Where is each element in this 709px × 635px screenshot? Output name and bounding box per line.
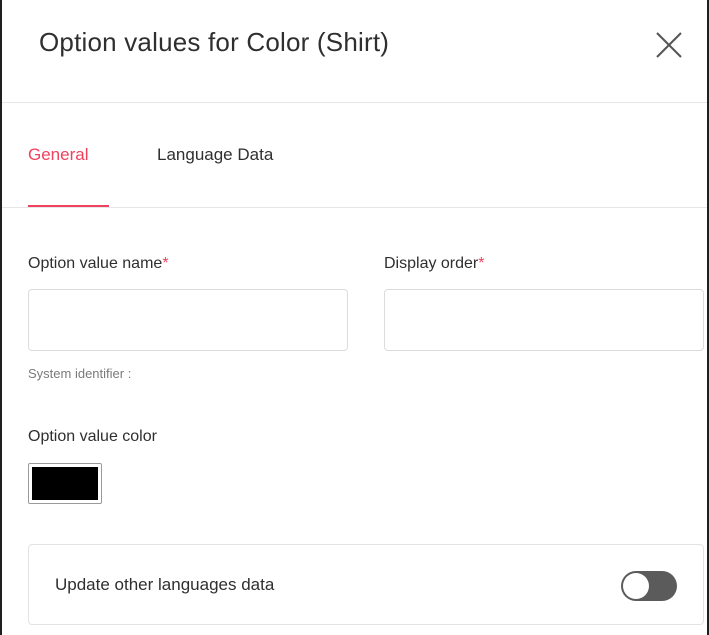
color-swatch-fill [32,467,98,500]
option-values-modal: Option values for Color (Shirt) General … [0,0,709,635]
system-identifier-text: System identifier : [28,366,132,381]
modal-title: Option values for Color (Shirt) [39,27,390,57]
tab-bar: General Language Data [2,103,707,208]
display-order-input[interactable] [384,289,704,351]
toggle-knob [623,573,649,599]
modal-header: Option values for Color (Shirt) [2,0,707,103]
required-mark: * [162,255,169,272]
update-languages-panel: Update other languages data [28,544,704,625]
color-picker-swatch[interactable] [28,463,102,504]
close-button[interactable] [653,29,685,61]
update-languages-label: Update other languages data [55,575,275,594]
option-value-color-label: Option value color [28,428,157,445]
active-tab-indicator [28,205,109,207]
option-value-name-input[interactable] [28,289,348,351]
close-icon [656,32,682,58]
display-order-label-text: Display order [384,255,479,272]
tab-general[interactable]: General [28,145,88,165]
option-value-name-label: Option value name* [28,255,169,273]
required-mark: * [478,255,485,272]
display-order-label: Display order* [384,255,485,273]
update-languages-toggle[interactable] [621,571,677,601]
option-value-name-label-text: Option value name [28,255,163,272]
tab-language-data[interactable]: Language Data [157,145,273,165]
